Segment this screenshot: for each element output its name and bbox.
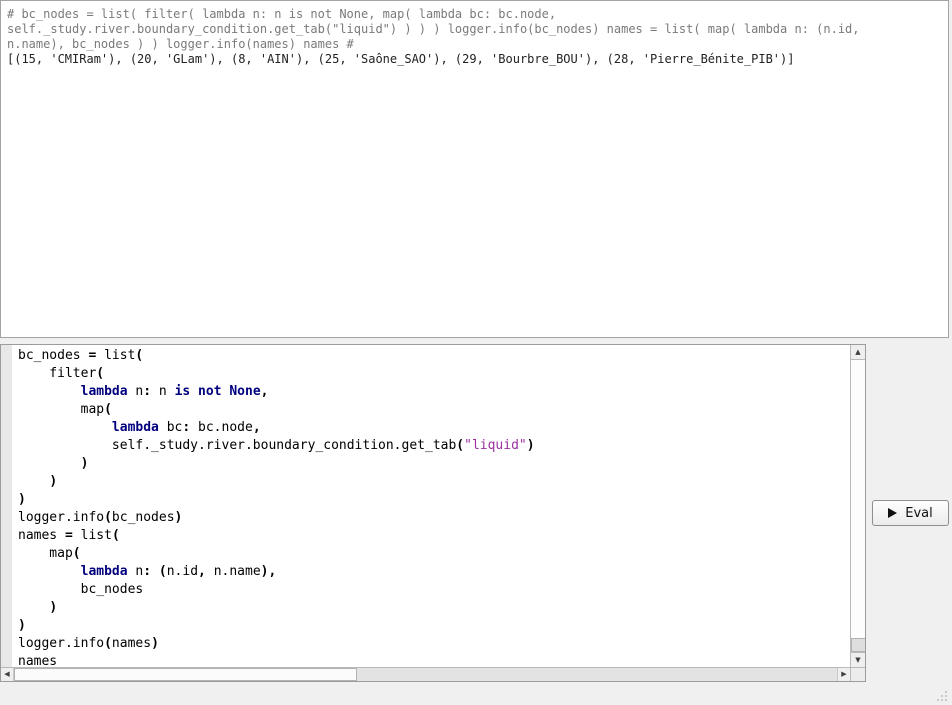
vertical-scrollbar-thumb[interactable] xyxy=(851,638,865,652)
code-editor[interactable]: bc_nodes = list( filter( lambda n: n is … xyxy=(0,344,866,682)
horizontal-scrollbar[interactable]: ◀ ▶ xyxy=(1,667,850,681)
arrow-up-icon: ▲ xyxy=(855,349,860,356)
editor-margin xyxy=(1,345,12,667)
vertical-scrollbar[interactable]: ▲ ▼ xyxy=(850,345,865,667)
code-line: self._study.river.boundary_condition.get… xyxy=(18,437,850,455)
play-icon xyxy=(888,508,897,518)
code-line: logger.info(names) xyxy=(18,635,850,653)
code-line: bc_nodes xyxy=(18,581,850,599)
code-line: logger.info(bc_nodes) xyxy=(18,509,850,527)
scroll-up-button[interactable]: ▲ xyxy=(851,345,865,360)
arrow-left-icon: ◀ xyxy=(4,671,9,678)
console-line: n.name), bc_nodes ) ) logger.info(names)… xyxy=(7,37,942,52)
eval-button-label: Eval xyxy=(905,506,933,521)
app-window: { "colors": { "win-bg": "#f0f0f0", "pane… xyxy=(0,0,952,705)
code-line: map( xyxy=(18,545,850,563)
console-line: [(15, 'CMIRam'), (20, 'GLam'), (8, 'AIN'… xyxy=(7,52,942,67)
arrow-right-icon: ▶ xyxy=(841,671,846,678)
scroll-right-button[interactable]: ▶ xyxy=(837,668,850,681)
code-line: lambda bc: bc.node, xyxy=(18,419,850,437)
code-line: filter( xyxy=(18,365,850,383)
code-area[interactable]: bc_nodes = list( filter( lambda n: n is … xyxy=(12,345,850,667)
code-line: names = list( xyxy=(18,527,850,545)
code-line: lambda n: n is not None, xyxy=(18,383,850,401)
code-line: names xyxy=(18,653,850,667)
console-line: # bc_nodes = list( filter( lambda n: n i… xyxy=(7,7,942,22)
scrollbar-corner xyxy=(850,667,865,681)
output-console: # bc_nodes = list( filter( lambda n: n i… xyxy=(0,0,949,338)
code-line: ) xyxy=(18,491,850,509)
horizontal-scrollbar-thumb[interactable] xyxy=(14,668,357,681)
code-line: lambda n: (n.id, n.name), xyxy=(18,563,850,581)
code-line: ) xyxy=(18,455,850,473)
resize-grip-icon[interactable] xyxy=(933,687,949,703)
code-line: bc_nodes = list( xyxy=(18,347,850,365)
arrow-down-icon: ▼ xyxy=(855,657,860,664)
code-line: ) xyxy=(18,599,850,617)
console-line: self._study.river.boundary_condition.get… xyxy=(7,22,942,37)
scroll-down-button[interactable]: ▼ xyxy=(851,652,865,667)
code-line: map( xyxy=(18,401,850,419)
code-line: ) xyxy=(18,617,850,635)
code-line: ) xyxy=(18,473,850,491)
eval-button[interactable]: Eval xyxy=(872,500,949,526)
scroll-left-button[interactable]: ◀ xyxy=(1,668,14,681)
